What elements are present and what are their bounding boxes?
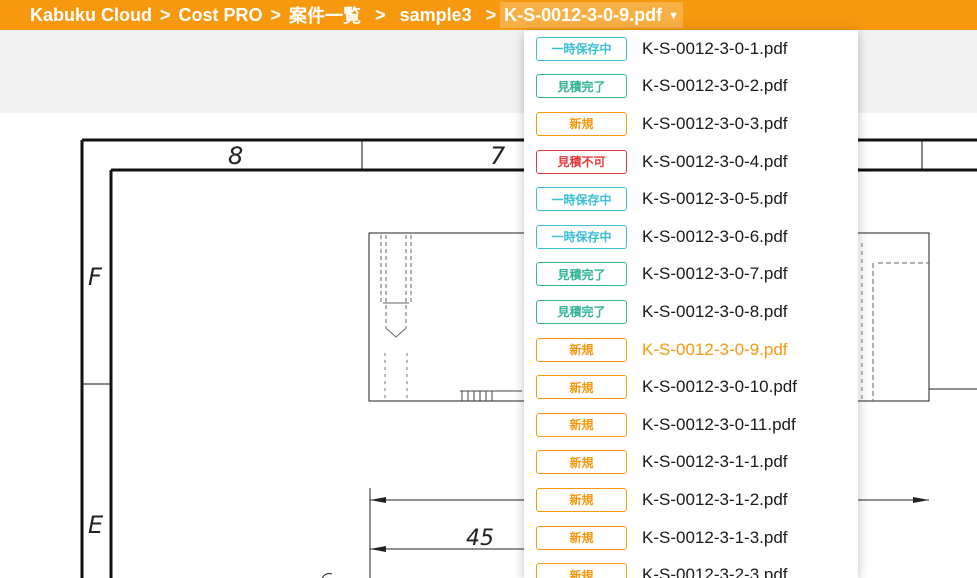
status-badge: 新規 bbox=[536, 337, 627, 362]
file-name: K-S-0012-3-0-3.pdf bbox=[642, 113, 788, 133]
drawing-row-label: E bbox=[88, 511, 104, 539]
breadcrumb-separator-icon: > bbox=[485, 4, 497, 25]
file-name: K-S-0012-3-2-3.pdf bbox=[642, 565, 788, 578]
file-selector[interactable]: K-S-0012-3-0-9.pdf ▼ bbox=[500, 2, 684, 28]
status-badge: 一時保存中 bbox=[536, 36, 627, 61]
breadcrumb-separator-icon: > bbox=[270, 4, 282, 25]
drawing-row-label: F bbox=[88, 263, 103, 291]
status-badge: 見積完了 bbox=[536, 299, 627, 324]
file-name: K-S-0012-3-0-2.pdf bbox=[642, 76, 788, 96]
file-name: K-S-0012-3-0-5.pdf bbox=[642, 189, 788, 209]
current-file-name: K-S-0012-3-0-9.pdf bbox=[504, 5, 663, 25]
file-name: K-S-0012-3-0-10.pdf bbox=[642, 377, 797, 397]
file-list-item[interactable]: 新規 K-S-0012-3-1-2.pdf bbox=[524, 481, 858, 519]
status-badge: 新規 bbox=[536, 450, 627, 475]
file-list-item[interactable]: 一時保存中 K-S-0012-3-0-6.pdf bbox=[524, 218, 858, 256]
file-name: K-S-0012-3-0-8.pdf bbox=[642, 301, 788, 321]
file-list-item[interactable]: 一時保存中 K-S-0012-3-0-5.pdf bbox=[524, 180, 858, 218]
drawing-column-label: 8 bbox=[228, 142, 243, 170]
breadcrumb-item-cost-pro[interactable]: Cost PRO bbox=[179, 5, 263, 26]
file-name: K-S-0012-3-1-1.pdf bbox=[642, 452, 788, 472]
status-badge: 新規 bbox=[536, 487, 627, 512]
file-list-item[interactable]: 見積完了 K-S-0012-3-0-8.pdf bbox=[524, 293, 858, 331]
file-name: K-S-0012-3-0-6.pdf bbox=[642, 226, 788, 246]
status-badge: 新規 bbox=[536, 111, 627, 136]
file-list-item[interactable]: 新規 K-S-0012-3-0-11.pdf bbox=[524, 406, 858, 444]
file-name: K-S-0012-3-1-3.pdf bbox=[642, 527, 788, 547]
drawing-dimension-label: 45 bbox=[466, 526, 494, 551]
breadcrumb-separator-icon: > bbox=[160, 4, 171, 25]
status-badge: 見積不可 bbox=[536, 149, 627, 174]
file-list-item[interactable]: 見積不可 K-S-0012-3-0-4.pdf bbox=[524, 143, 858, 181]
file-list-item[interactable]: 新規 K-S-0012-3-1-3.pdf bbox=[524, 519, 858, 557]
status-badge: 新規 bbox=[536, 563, 627, 578]
file-list-item[interactable]: 新規 K-S-0012-3-0-3.pdf bbox=[524, 105, 858, 143]
file-list-item[interactable]: 新規 K-S-0012-3-2-3.pdf bbox=[524, 556, 858, 578]
breadcrumb-item-project-list[interactable]: 案件一覧 bbox=[289, 2, 361, 28]
file-name: K-S-0012-3-0-1.pdf bbox=[642, 38, 788, 58]
file-list-item[interactable]: 新規 K-S-0012-3-1-1.pdf bbox=[524, 444, 858, 482]
status-badge: 新規 bbox=[536, 525, 627, 550]
file-list-item[interactable]: 見積完了 K-S-0012-3-0-7.pdf bbox=[524, 256, 858, 294]
file-list-item[interactable]: 一時保存中 K-S-0012-3-0-1.pdf bbox=[524, 30, 858, 68]
status-badge: 新規 bbox=[536, 412, 627, 437]
status-badge: 一時保存中 bbox=[536, 224, 627, 249]
file-name: K-S-0012-3-0-11.pdf bbox=[642, 414, 796, 434]
breadcrumb-separator-icon: > bbox=[375, 4, 386, 25]
breadcrumb-item-sample3[interactable]: sample3 bbox=[400, 5, 472, 26]
file-name: K-S-0012-3-0-4.pdf bbox=[642, 151, 788, 171]
file-list-item[interactable]: 新規 K-S-0012-3-0-10.pdf bbox=[524, 368, 858, 406]
status-badge: 新規 bbox=[536, 375, 627, 400]
drawing-column-label: 7 bbox=[490, 142, 506, 170]
status-badge: 見積完了 bbox=[536, 74, 627, 99]
breadcrumb: Kabuku Cloud > Cost PRO > 案件一覧 > sample3… bbox=[0, 0, 977, 30]
file-name: K-S-0012-3-0-7.pdf bbox=[642, 264, 788, 284]
file-name: K-S-0012-3-0-9.pdf bbox=[642, 339, 788, 359]
caret-down-icon: ▼ bbox=[668, 10, 680, 23]
breadcrumb-item-kabuku-cloud[interactable]: Kabuku Cloud bbox=[30, 5, 152, 26]
status-badge: 見積完了 bbox=[536, 262, 627, 287]
file-dropdown-menu: 一時保存中 K-S-0012-3-0-1.pdf 見積完了 K-S-0012-3-0-… bbox=[524, 30, 858, 578]
status-badge: 一時保存中 bbox=[536, 187, 627, 212]
file-list-item[interactable]: 新規 K-S-0012-3-0-9.pdf bbox=[524, 331, 858, 369]
file-list-item[interactable]: 見積完了 K-S-0012-3-0-2.pdf bbox=[524, 68, 858, 106]
file-name: K-S-0012-3-1-2.pdf bbox=[642, 489, 788, 509]
